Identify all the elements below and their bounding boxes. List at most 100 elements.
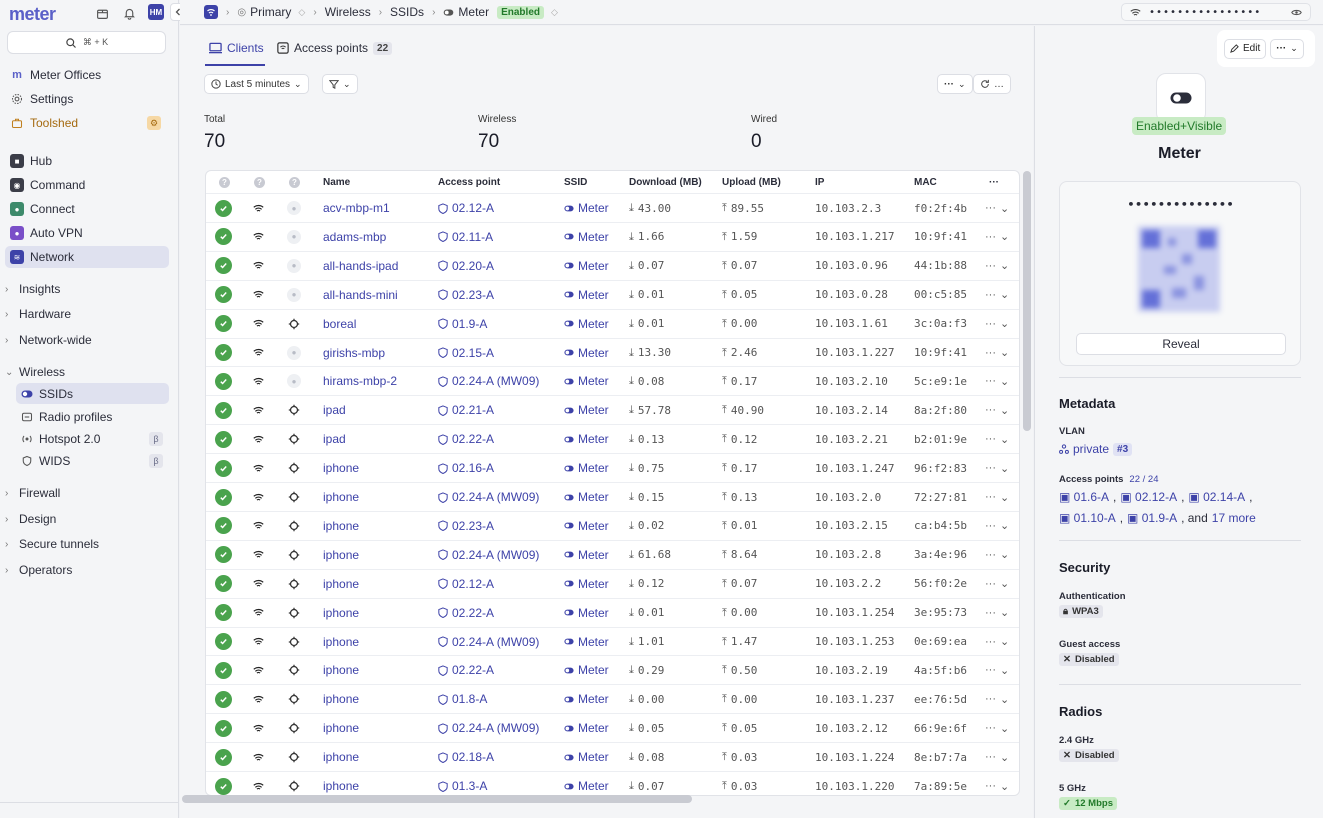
sidebar-item-meter-offices[interactable]: m Meter Offices bbox=[5, 64, 169, 86]
client-name-link[interactable]: boreal bbox=[323, 317, 356, 331]
sidebar-group-hardware[interactable]: › Hardware bbox=[5, 305, 71, 323]
vlan-name-link[interactable]: private bbox=[1073, 442, 1109, 456]
client-name-link[interactable]: iphone bbox=[323, 635, 359, 649]
access-point-link[interactable]: 02.11-A bbox=[438, 230, 493, 244]
row-actions-button[interactable]: ··· ⌄ bbox=[985, 433, 1009, 446]
table-row[interactable]: ● all-hands-mini 02.23-A Meter ⤓ 0.01 ⤒ 0.05 10.… bbox=[206, 279, 1019, 309]
ap-link[interactable]: ▣ 01.9-A bbox=[1127, 511, 1177, 525]
row-actions-button[interactable]: ··· ⌄ bbox=[985, 751, 1009, 764]
row-actions-button[interactable]: ··· ⌄ bbox=[985, 519, 1009, 533]
access-point-link[interactable]: 02.23-A bbox=[438, 519, 494, 533]
table-row[interactable]: boreal 01.9-A Meter ⤓ 0.01 ⤒ 0.00 10.103.1.61 3c… bbox=[206, 308, 1019, 338]
access-point-link[interactable]: 02.15-A bbox=[438, 346, 494, 360]
sidebar-item-settings[interactable]: Settings bbox=[5, 88, 169, 110]
row-actions-button[interactable]: ··· ⌄ bbox=[985, 202, 1009, 215]
row-actions-button[interactable]: ··· ⌄ bbox=[985, 635, 1009, 649]
sidebar-item-radio-profiles[interactable]: Radio profiles bbox=[16, 406, 169, 427]
ap-link[interactable]: ▣ 01.6-A bbox=[1059, 490, 1109, 504]
access-point-link[interactable]: 02.22-A bbox=[438, 432, 494, 446]
more-actions-button[interactable]: ··· ⌄ bbox=[1270, 38, 1304, 59]
column-header-name[interactable]: Name bbox=[323, 177, 350, 188]
edit-button[interactable]: Edit bbox=[1224, 38, 1267, 59]
client-name-link[interactable]: iphone bbox=[323, 750, 359, 764]
client-name-link[interactable]: adams-mbp bbox=[323, 230, 386, 244]
ssid-link[interactable]: Meter bbox=[564, 750, 609, 764]
row-actions-button[interactable]: ··· ⌄ bbox=[985, 693, 1009, 706]
row-actions-button[interactable]: ··· ⌄ bbox=[985, 780, 1009, 793]
access-point-link[interactable]: 02.12-A bbox=[438, 201, 494, 215]
table-row[interactable]: iphone 01.8-A Meter ⤓ 0.00 ⤒ 0.00 10.103.1.237 e… bbox=[206, 684, 1019, 713]
sidebar-group-insights[interactable]: › Insights bbox=[5, 280, 60, 298]
sidebar-item-network[interactable]: ≋ Network bbox=[5, 246, 169, 268]
ssid-link[interactable]: Meter bbox=[564, 721, 609, 735]
access-point-link[interactable]: 02.21-A bbox=[438, 403, 494, 417]
access-point-link[interactable]: 01.8-A bbox=[438, 692, 487, 706]
access-point-link[interactable]: 01.9-A bbox=[438, 317, 487, 331]
ssid-link[interactable]: Meter bbox=[564, 490, 609, 504]
sidebar-group-wireless[interactable]: ⌄ Wireless bbox=[5, 363, 65, 381]
sidebar-group-design[interactable]: › Design bbox=[5, 510, 56, 528]
client-name-link[interactable]: iphone bbox=[323, 548, 359, 562]
bell-icon[interactable] bbox=[121, 5, 137, 21]
row-actions-button[interactable]: ··· ⌄ bbox=[985, 548, 1009, 562]
client-name-link[interactable]: girishs-mbp bbox=[323, 346, 385, 360]
ssid-link[interactable]: Meter bbox=[564, 692, 609, 706]
ap-link[interactable]: ▣ 02.12-A bbox=[1120, 490, 1177, 504]
ssid-link[interactable]: Meter bbox=[564, 346, 609, 360]
row-actions-button[interactable]: ··· ⌄ bbox=[985, 722, 1009, 735]
column-header-mac[interactable]: MAC bbox=[914, 177, 937, 188]
client-name-link[interactable]: iphone bbox=[323, 779, 359, 793]
sidebar-group-secure-tunnels[interactable]: › Secure tunnels bbox=[5, 535, 99, 553]
table-row[interactable]: iphone 02.22-A Meter ⤓ 0.01 ⤒ 0.00 10.103.1.254… bbox=[206, 597, 1019, 627]
sidebar-group-operators[interactable]: › Operators bbox=[5, 561, 72, 579]
ssid-link[interactable]: Meter bbox=[564, 403, 609, 417]
sidebar-item-ssids[interactable]: SSIDs bbox=[16, 383, 169, 404]
client-name-link[interactable]: ipad bbox=[323, 403, 346, 417]
row-actions-button[interactable]: ··· ⌄ bbox=[985, 606, 1009, 620]
table-row[interactable]: ● all-hands-ipad 02.20-A Meter ⤓ 0.07 ⤒ 0.07 10.… bbox=[206, 250, 1019, 280]
row-actions-button[interactable]: ··· ⌄ bbox=[985, 375, 1009, 388]
table-row[interactable]: ● girishs-mbp 02.15-A Meter ⤓ 13.30 ⤒ 2.46 10.10… bbox=[206, 337, 1019, 367]
vlan-value[interactable]: private #3 bbox=[1059, 442, 1133, 456]
client-name-link[interactable]: acv-mbp-m1 bbox=[323, 201, 390, 215]
ap-link[interactable]: ▣ 01.10-A bbox=[1059, 511, 1116, 525]
ssid-link[interactable]: Meter bbox=[564, 288, 609, 302]
client-name-link[interactable]: iphone bbox=[323, 606, 359, 620]
breadcrumb-meter[interactable]: Meter Enabled ◇ bbox=[443, 5, 558, 19]
breadcrumb-wireless[interactable]: Wireless bbox=[325, 5, 371, 19]
client-name-link[interactable]: iphone bbox=[323, 663, 359, 677]
ssid-link[interactable]: Meter bbox=[564, 606, 609, 620]
sidebar-item-wids[interactable]: WIDS β bbox=[16, 450, 169, 471]
client-name-link[interactable]: iphone bbox=[323, 490, 359, 504]
access-point-link[interactable]: 01.3-A bbox=[438, 779, 487, 793]
row-actions-button[interactable]: ··· ⌄ bbox=[985, 259, 1009, 273]
ssid-link[interactable]: Meter bbox=[564, 317, 609, 331]
eye-icon[interactable] bbox=[1291, 8, 1302, 17]
client-name-link[interactable]: iphone bbox=[323, 461, 359, 475]
access-point-link[interactable]: 02.24-A (MW09) bbox=[438, 490, 539, 504]
package-icon[interactable] bbox=[94, 5, 110, 21]
access-point-link[interactable]: 02.23-A bbox=[438, 288, 494, 302]
access-point-link[interactable]: 02.16-A bbox=[438, 461, 494, 475]
row-actions-button[interactable]: ··· ⌄ bbox=[985, 404, 1009, 417]
sidebar-item-hub[interactable]: ■ Hub bbox=[5, 150, 169, 172]
client-name-link[interactable]: ipad bbox=[323, 432, 346, 446]
reveal-button[interactable]: Reveal bbox=[1076, 333, 1286, 355]
more-options-button[interactable]: ··· ⌄ bbox=[937, 74, 973, 94]
ssid-link[interactable]: Meter bbox=[564, 461, 609, 475]
connection-column-help-icon[interactable]: ? bbox=[254, 176, 265, 188]
column-header-ssid[interactable]: SSID bbox=[564, 177, 587, 188]
meter-logo[interactable]: meter bbox=[9, 4, 56, 25]
time-range-select[interactable]: Last 5 minutes ⌄ bbox=[204, 74, 309, 94]
row-actions-button[interactable]: ··· ⌄ bbox=[985, 288, 1009, 302]
sidebar-group-network-wide[interactable]: › Network-wide bbox=[5, 331, 92, 349]
row-actions-button[interactable]: ··· ⌄ bbox=[985, 491, 1009, 504]
column-header-ip[interactable]: IP bbox=[815, 177, 824, 188]
horizontal-scrollbar[interactable] bbox=[182, 795, 692, 803]
tab-clients[interactable]: Clients bbox=[209, 41, 264, 55]
tab-access-points[interactable]: Access points 22 bbox=[277, 41, 393, 55]
client-name-link[interactable]: iphone bbox=[323, 721, 359, 735]
column-header-upload[interactable]: Upload (MB) bbox=[722, 177, 781, 188]
ssid-link[interactable]: Meter bbox=[564, 201, 609, 215]
sidebar-item-hotspot[interactable]: Hotspot 2.0 β bbox=[16, 428, 169, 449]
